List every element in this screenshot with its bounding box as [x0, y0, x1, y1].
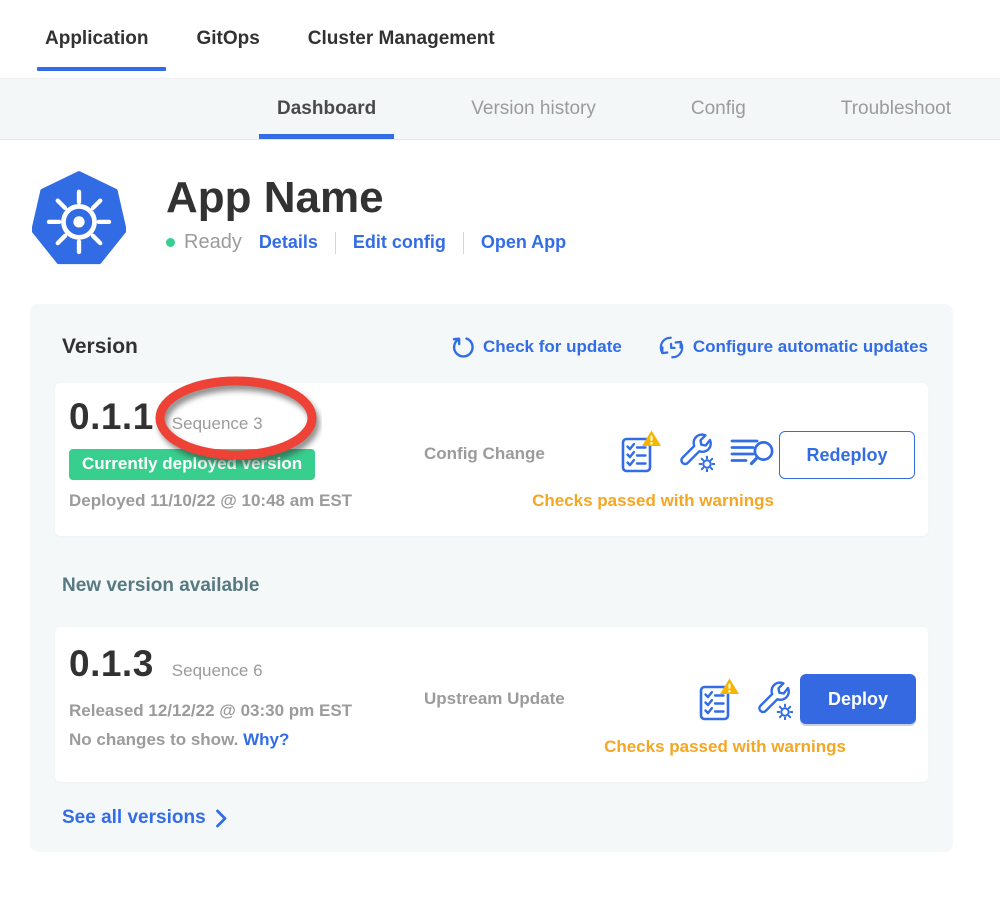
deploy-button[interactable]: Deploy [800, 674, 916, 724]
preflight-checks-icon[interactable] [620, 429, 663, 475]
chevron-right-icon [215, 809, 227, 828]
redeploy-button[interactable]: Redeploy [779, 431, 915, 479]
current-version-source: Config Change [424, 444, 545, 464]
configure-automatic-updates-button[interactable]: Configure automatic updates [658, 334, 928, 361]
available-checks-status: Checks passed with warnings [575, 737, 875, 757]
current-version-sequence: Sequence 3 [172, 414, 263, 434]
current-version-number: 0.1.1 [69, 396, 154, 438]
version-panel: Version Check for update [30, 304, 953, 852]
deployed-timestamp: Deployed 11/10/22 @ 10:48 am EST [69, 491, 352, 511]
config-wrench-gear-icon[interactable] [678, 433, 715, 472]
released-timestamp: Released 12/12/22 @ 03:30 pm EST [69, 701, 352, 721]
no-changes-note: No changes to show. Why? [69, 730, 352, 750]
view-diff-icon[interactable] [730, 437, 775, 468]
primary-nav-item-cluster-management[interactable]: Cluster Management [308, 0, 495, 78]
open-app-link[interactable]: Open App [481, 232, 566, 253]
app-tab-bar: Dashboard Version history Config Trouble… [0, 78, 1000, 140]
currently-deployed-badge: Currently deployed version [69, 449, 315, 480]
kubernetes-logo-icon [32, 170, 126, 270]
divider [463, 232, 464, 254]
status-dot-icon [166, 238, 175, 247]
app-status-label: Ready [184, 231, 242, 254]
primary-nav-item-application[interactable]: Application [45, 0, 148, 78]
divider [335, 232, 336, 254]
auto-update-clock-icon [658, 334, 685, 361]
primary-nav: Application GitOps Cluster Management [0, 0, 1000, 78]
available-version-source: Upstream Update [424, 689, 565, 709]
preflight-checks-icon[interactable] [698, 677, 741, 723]
refresh-icon [450, 335, 475, 360]
available-version-number: 0.1.3 [69, 643, 154, 685]
check-for-update-button[interactable]: Check for update [450, 335, 622, 360]
tab-config[interactable]: Config [691, 79, 746, 139]
app-name-title: App Name [166, 174, 566, 222]
app-header: App Name Ready Details Edit config Open … [32, 170, 1000, 270]
available-version-sequence: Sequence 6 [172, 661, 263, 681]
version-panel-title: Version [62, 335, 138, 359]
see-all-versions-link[interactable]: See all versions [62, 807, 928, 829]
current-version-card: 0.1.1 Sequence 3 Currently deployed vers… [55, 383, 928, 536]
tab-troubleshoot[interactable]: Troubleshoot [841, 79, 951, 139]
new-version-available-heading: New version available [62, 575, 928, 597]
tab-dashboard[interactable]: Dashboard [277, 79, 376, 139]
see-all-versions-label: See all versions [62, 807, 206, 829]
config-wrench-gear-icon[interactable] [756, 681, 793, 720]
primary-nav-item-gitops[interactable]: GitOps [196, 0, 259, 78]
available-version-card: 0.1.3 Sequence 6 Released 12/12/22 @ 03:… [55, 627, 928, 782]
current-checks-status: Checks passed with warnings [503, 491, 803, 511]
edit-config-link[interactable]: Edit config [353, 232, 446, 253]
tab-version-history[interactable]: Version history [471, 79, 596, 139]
why-link[interactable]: Why? [243, 730, 289, 749]
no-changes-text: No changes to show. [69, 730, 238, 749]
configure-automatic-updates-label: Configure automatic updates [693, 337, 928, 357]
check-for-update-label: Check for update [483, 337, 622, 357]
details-link[interactable]: Details [259, 232, 318, 253]
